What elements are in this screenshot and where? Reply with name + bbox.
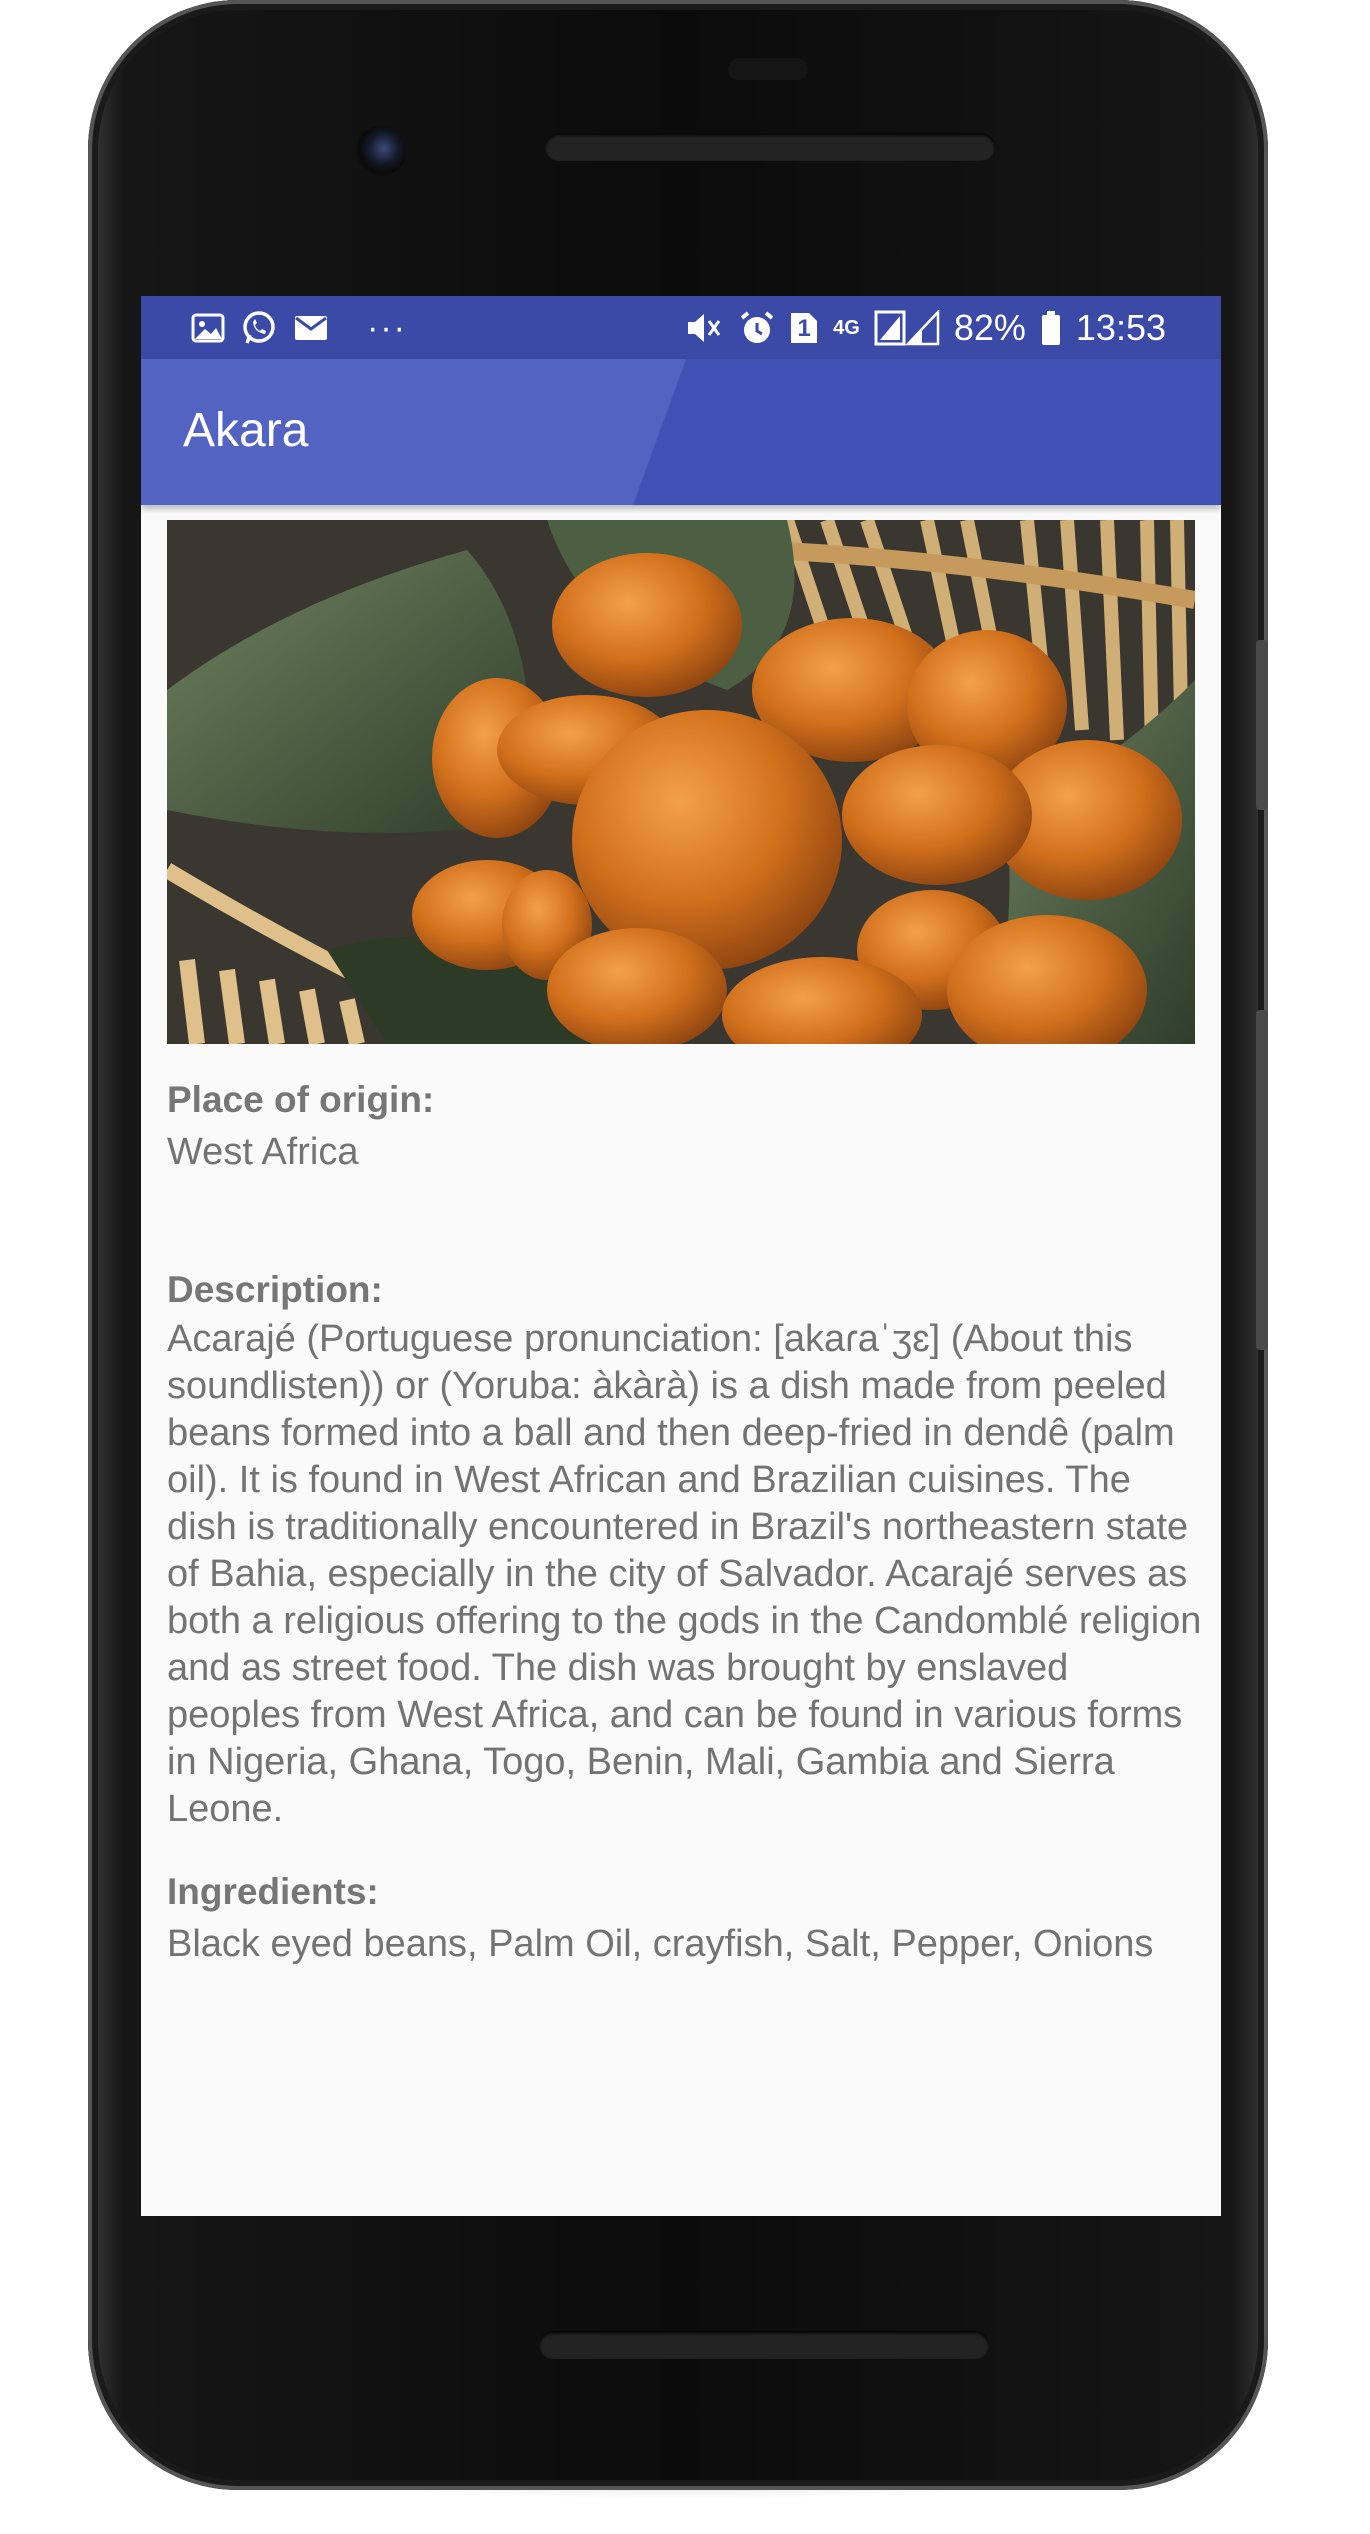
volume-button [1256, 1010, 1268, 1350]
origin-label: Place of origin: [167, 1079, 435, 1120]
description-value: Acarajé (Portuguese pronunciation: [akaɾ… [167, 1318, 1202, 1830]
app-bar: Akara [141, 359, 1221, 505]
food-image [167, 520, 1195, 1044]
earpiece-speaker [545, 133, 995, 161]
ingredients-label: Ingredients: [167, 1871, 379, 1912]
sim-icon: 1 [789, 311, 819, 345]
network-type: 4G [833, 317, 860, 339]
status-bar: ··· 1 4G 82% 13:53 [141, 296, 1221, 359]
proximity-sensor [728, 58, 808, 80]
battery-icon [1040, 310, 1062, 346]
overflow-notifications-icon: ··· [367, 308, 407, 347]
whatsapp-icon [241, 310, 277, 346]
battery-percent: 82% [953, 307, 1026, 348]
gallery-icon [191, 313, 225, 343]
power-button [1256, 640, 1268, 810]
mail-icon [293, 314, 329, 342]
bottom-speaker [539, 2331, 989, 2359]
signal-icon [874, 310, 940, 346]
page-title: Akara [183, 404, 309, 457]
ingredients-value: Black eyed beans, Palm Oil, crayfish, Sa… [167, 1923, 1154, 1965]
front-camera [356, 126, 406, 176]
description-label: Description: [167, 1269, 383, 1310]
sim-number: 1 [797, 315, 811, 342]
clock: 13:53 [1075, 307, 1166, 348]
mute-icon [685, 310, 725, 346]
origin-value: West Africa [167, 1131, 359, 1173]
screen: ··· 1 4G 82% 13:53 Akara Place of origin… [141, 296, 1221, 2216]
alarm-icon [739, 310, 775, 346]
